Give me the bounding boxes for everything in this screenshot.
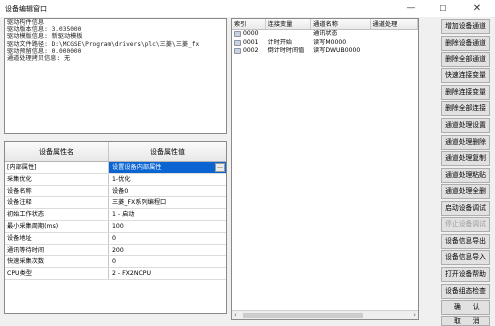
- add-channel-button[interactable]: 增加设备通道: [441, 19, 490, 34]
- scrollbar-thumb[interactable]: [243, 313, 363, 318]
- property-row[interactable]: 设备地址 0: [5, 232, 226, 245]
- property-name: 设备地址: [5, 232, 109, 244]
- property-row[interactable]: 采集优化 1-优化: [5, 173, 226, 186]
- driver-info-line: 通道处理拷贝信息: 无: [7, 55, 71, 63]
- property-name: 最小采集周期(ms): [5, 220, 109, 232]
- driver-info-line: 驱动预留信息: 0.000000: [7, 47, 82, 55]
- channel-name-cell: 读写M0000: [313, 38, 347, 46]
- channel-table-header: 索引 连接变量 通道名称 通道处理: [232, 19, 418, 30]
- channel-process-delete-button[interactable]: 通道处理删除: [441, 135, 490, 150]
- index-text: 0000: [243, 30, 259, 37]
- index-text: 0002: [243, 47, 259, 54]
- index-cell: 0000: [232, 30, 266, 39]
- column-header-channel-process[interactable]: 通道处理: [371, 19, 418, 29]
- stop-debug-button[interactable]: 停止设备调试: [441, 217, 490, 232]
- delete-link-variable-button[interactable]: 删除连接变量: [441, 85, 490, 100]
- property-value[interactable]: 1-优化: [109, 174, 226, 185]
- column-header-channel-name[interactable]: 通道名称: [311, 19, 371, 29]
- device-property-grid: 设备属性名 设备属性值 [内部属性] 设置设备内部属性... 采集优化 1-优化…: [4, 141, 227, 314]
- process-cell[interactable]: [371, 47, 418, 56]
- variable-cell[interactable]: 计时开始: [266, 39, 312, 48]
- property-value[interactable]: 200: [109, 245, 226, 256]
- process-cell[interactable]: [371, 39, 418, 48]
- ellipsis-button[interactable]: ...: [215, 163, 225, 172]
- property-name: [内部属性]: [5, 162, 109, 173]
- column-header-linked-variable[interactable]: 连接变量: [266, 19, 312, 29]
- channel-name-cell: 读写DWUB0000: [313, 47, 361, 54]
- channel-row-icon: [234, 31, 241, 38]
- property-row[interactable]: [内部属性] 设置设备内部属性...: [5, 162, 226, 174]
- property-row[interactable]: 最小采集周期(ms) 100: [5, 220, 226, 233]
- driver-info-panel[interactable]: 驱动构件信息 驱动版本信息: 3.035000 驱动模版信息: 新驱动模板 驱动…: [4, 18, 227, 134]
- table-row[interactable]: 0001 计时开始 读写M0000: [232, 39, 418, 48]
- property-value[interactable]: 100: [109, 221, 226, 232]
- property-value-text: 设置设备内部属性: [112, 164, 162, 171]
- driver-info-line: 驱动文件路径: D:\MCGSE\Program\drivers\plc\三菱\…: [7, 40, 200, 48]
- scroll-left-icon[interactable]: ‹: [234, 311, 237, 319]
- property-name: 通讯等待时间: [5, 244, 109, 256]
- property-row[interactable]: 通讯等待时间 200: [5, 244, 226, 257]
- channel-name-cell: 通讯状态: [313, 30, 338, 37]
- property-value[interactable]: 0: [109, 256, 226, 267]
- scroll-right-icon[interactable]: ›: [413, 311, 416, 319]
- driver-info-line: 驱动模版信息: 新驱动模板: [7, 33, 83, 41]
- horizontal-scrollbar[interactable]: ‹ ›: [232, 310, 418, 319]
- channel-row-icon: [234, 48, 241, 55]
- property-name: 快速采集次数: [5, 256, 109, 268]
- property-row[interactable]: 快速采集次数 0: [5, 256, 226, 269]
- property-row[interactable]: CPU类型 2 - FX2NCPU: [5, 268, 226, 280]
- property-name: 初始工作状态: [5, 209, 109, 220]
- channel-process-paste-button[interactable]: 通道处理粘贴: [441, 168, 490, 183]
- channel-row-icon: [234, 39, 241, 46]
- index-text: 0001: [243, 38, 259, 46]
- channel-process-delete-all-button[interactable]: 通道处理全删: [441, 184, 490, 199]
- property-name: 设备注释: [5, 197, 109, 209]
- property-row[interactable]: 初始工作状态 1 - 启动: [5, 209, 226, 221]
- window-title: 设备编辑窗口: [5, 5, 47, 13]
- cancel-button[interactable]: 取消: [441, 316, 490, 326]
- property-value[interactable]: 设备0: [109, 186, 226, 197]
- delete-channel-button[interactable]: 删除设备通道: [441, 36, 490, 51]
- delete-all-links-button[interactable]: 删除全部连接: [441, 101, 490, 116]
- property-value[interactable]: 设置设备内部属性...: [109, 162, 226, 173]
- title-bar: 设备编辑窗口 — ☐ ✕: [0, 0, 495, 17]
- property-grid-header: 设备属性名 设备属性值: [5, 142, 226, 162]
- property-value[interactable]: 三菱_FX系列编程口: [109, 197, 226, 208]
- channel-process-setup-button[interactable]: 通道处理设置: [441, 118, 490, 133]
- confirm-button[interactable]: 确认: [441, 300, 490, 315]
- property-value-header: 设备属性值: [150, 148, 185, 156]
- property-row[interactable]: 设备注释 三菱_FX系列编程口: [5, 197, 226, 210]
- property-name: CPU类型: [5, 268, 109, 279]
- minimize-icon[interactable]: —: [397, 1, 425, 16]
- property-name-header: 设备属性名: [5, 142, 109, 161]
- channel-table: 索引 连接变量 通道名称 通道处理 0000 通讯状态 0001 计时开始 读写…: [231, 18, 419, 320]
- property-name: 采集优化: [5, 173, 109, 185]
- table-row[interactable]: 0002 倒计时时间值 读写DWUB0000: [232, 47, 418, 56]
- export-device-info-button[interactable]: 设备信息导出: [441, 234, 490, 249]
- maximize-icon[interactable]: ☐: [429, 1, 457, 16]
- index-cell: 0002: [232, 47, 266, 56]
- table-row[interactable]: 0000 通讯状态: [232, 30, 418, 39]
- quick-link-variable-button[interactable]: 快速连接变量: [441, 68, 490, 83]
- property-row[interactable]: 设备名称 设备0: [5, 185, 226, 198]
- property-name: 设备名称: [5, 185, 109, 197]
- delete-all-channels-button[interactable]: 删除全部通道: [441, 52, 490, 67]
- start-debug-button[interactable]: 启动设备调试: [441, 201, 490, 216]
- device-config-check-button[interactable]: 设备组态检查: [441, 284, 490, 299]
- channel-process-copy-button[interactable]: 通道处理复制: [441, 151, 490, 166]
- close-icon[interactable]: ✕: [463, 1, 491, 16]
- process-cell[interactable]: [371, 30, 418, 39]
- open-device-help-button[interactable]: 打开设备帮助: [441, 267, 490, 282]
- index-cell: 0001: [232, 39, 266, 48]
- variable-cell[interactable]: 倒计时时间值: [266, 47, 312, 56]
- variable-cell[interactable]: [266, 30, 312, 39]
- property-value[interactable]: 0: [109, 233, 226, 244]
- property-value[interactable]: 2 - FX2NCPU: [109, 268, 226, 279]
- import-device-info-button[interactable]: 设备信息导入: [441, 250, 490, 265]
- column-header-index[interactable]: 索引: [232, 19, 266, 29]
- property-value[interactable]: 1 - 启动: [109, 209, 226, 220]
